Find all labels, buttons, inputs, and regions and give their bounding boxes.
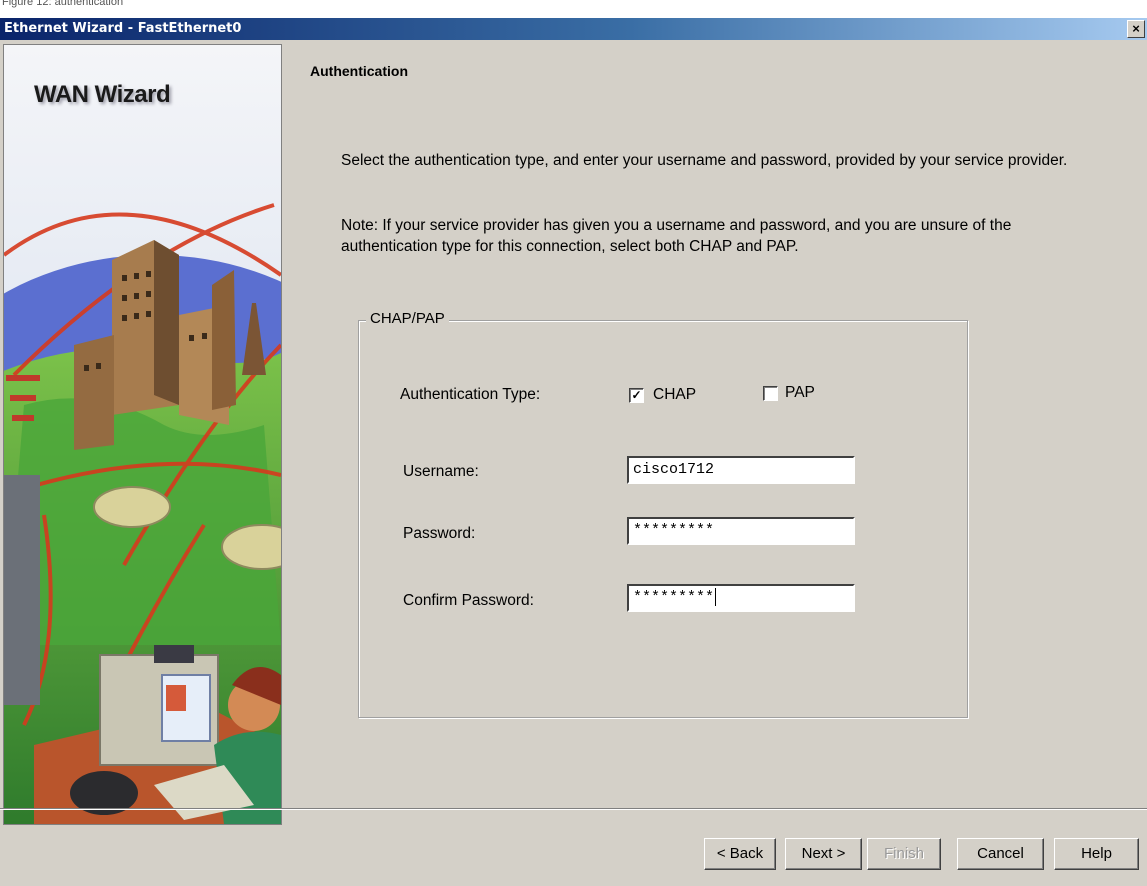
help-button[interactable]: Help [1054,838,1139,870]
confirm-password-label: Confirm Password: [403,592,534,609]
title-bar[interactable]: Ethernet Wizard - FastEthernet0 × [0,18,1147,40]
finish-button[interactable]: Finish [867,838,941,870]
instruction-text: Select the authentication type, and ente… [341,152,1068,169]
city-network-illustration [4,45,281,824]
close-button[interactable]: × [1127,20,1145,38]
chap-checkbox[interactable]: ✓ [629,388,644,403]
wizard-illustration: WAN Wizard [3,44,282,825]
confirm-password-value: ********* [633,589,715,606]
footer-divider [0,808,1147,810]
password-field[interactable]: ********* [627,517,855,545]
back-button[interactable]: < Back [704,838,776,870]
figure-caption: Figure 12: authentication [2,0,124,8]
note-text: Note: If your service provider has given… [341,217,1012,255]
username-field[interactable]: cisco1712 [627,456,855,484]
cancel-button[interactable]: Cancel [957,838,1044,870]
pap-checkbox[interactable] [763,386,778,401]
next-button[interactable]: Next > [785,838,862,870]
auth-type-label: Authentication Type: [400,386,541,403]
close-icon: × [1132,21,1140,36]
username-label: Username: [403,463,479,480]
art-title: WAN Wizard [34,81,171,108]
chap-label[interactable]: CHAP [653,386,696,404]
pap-label[interactable]: PAP [785,384,815,402]
window-title: Ethernet Wizard - FastEthernet0 [4,21,242,36]
confirm-password-field[interactable]: ********* [627,584,855,612]
page-heading: Authentication [310,63,408,79]
password-label: Password: [403,525,476,542]
checkmark-icon: ✓ [631,388,642,402]
groupbox-legend: CHAP/PAP [366,310,449,327]
